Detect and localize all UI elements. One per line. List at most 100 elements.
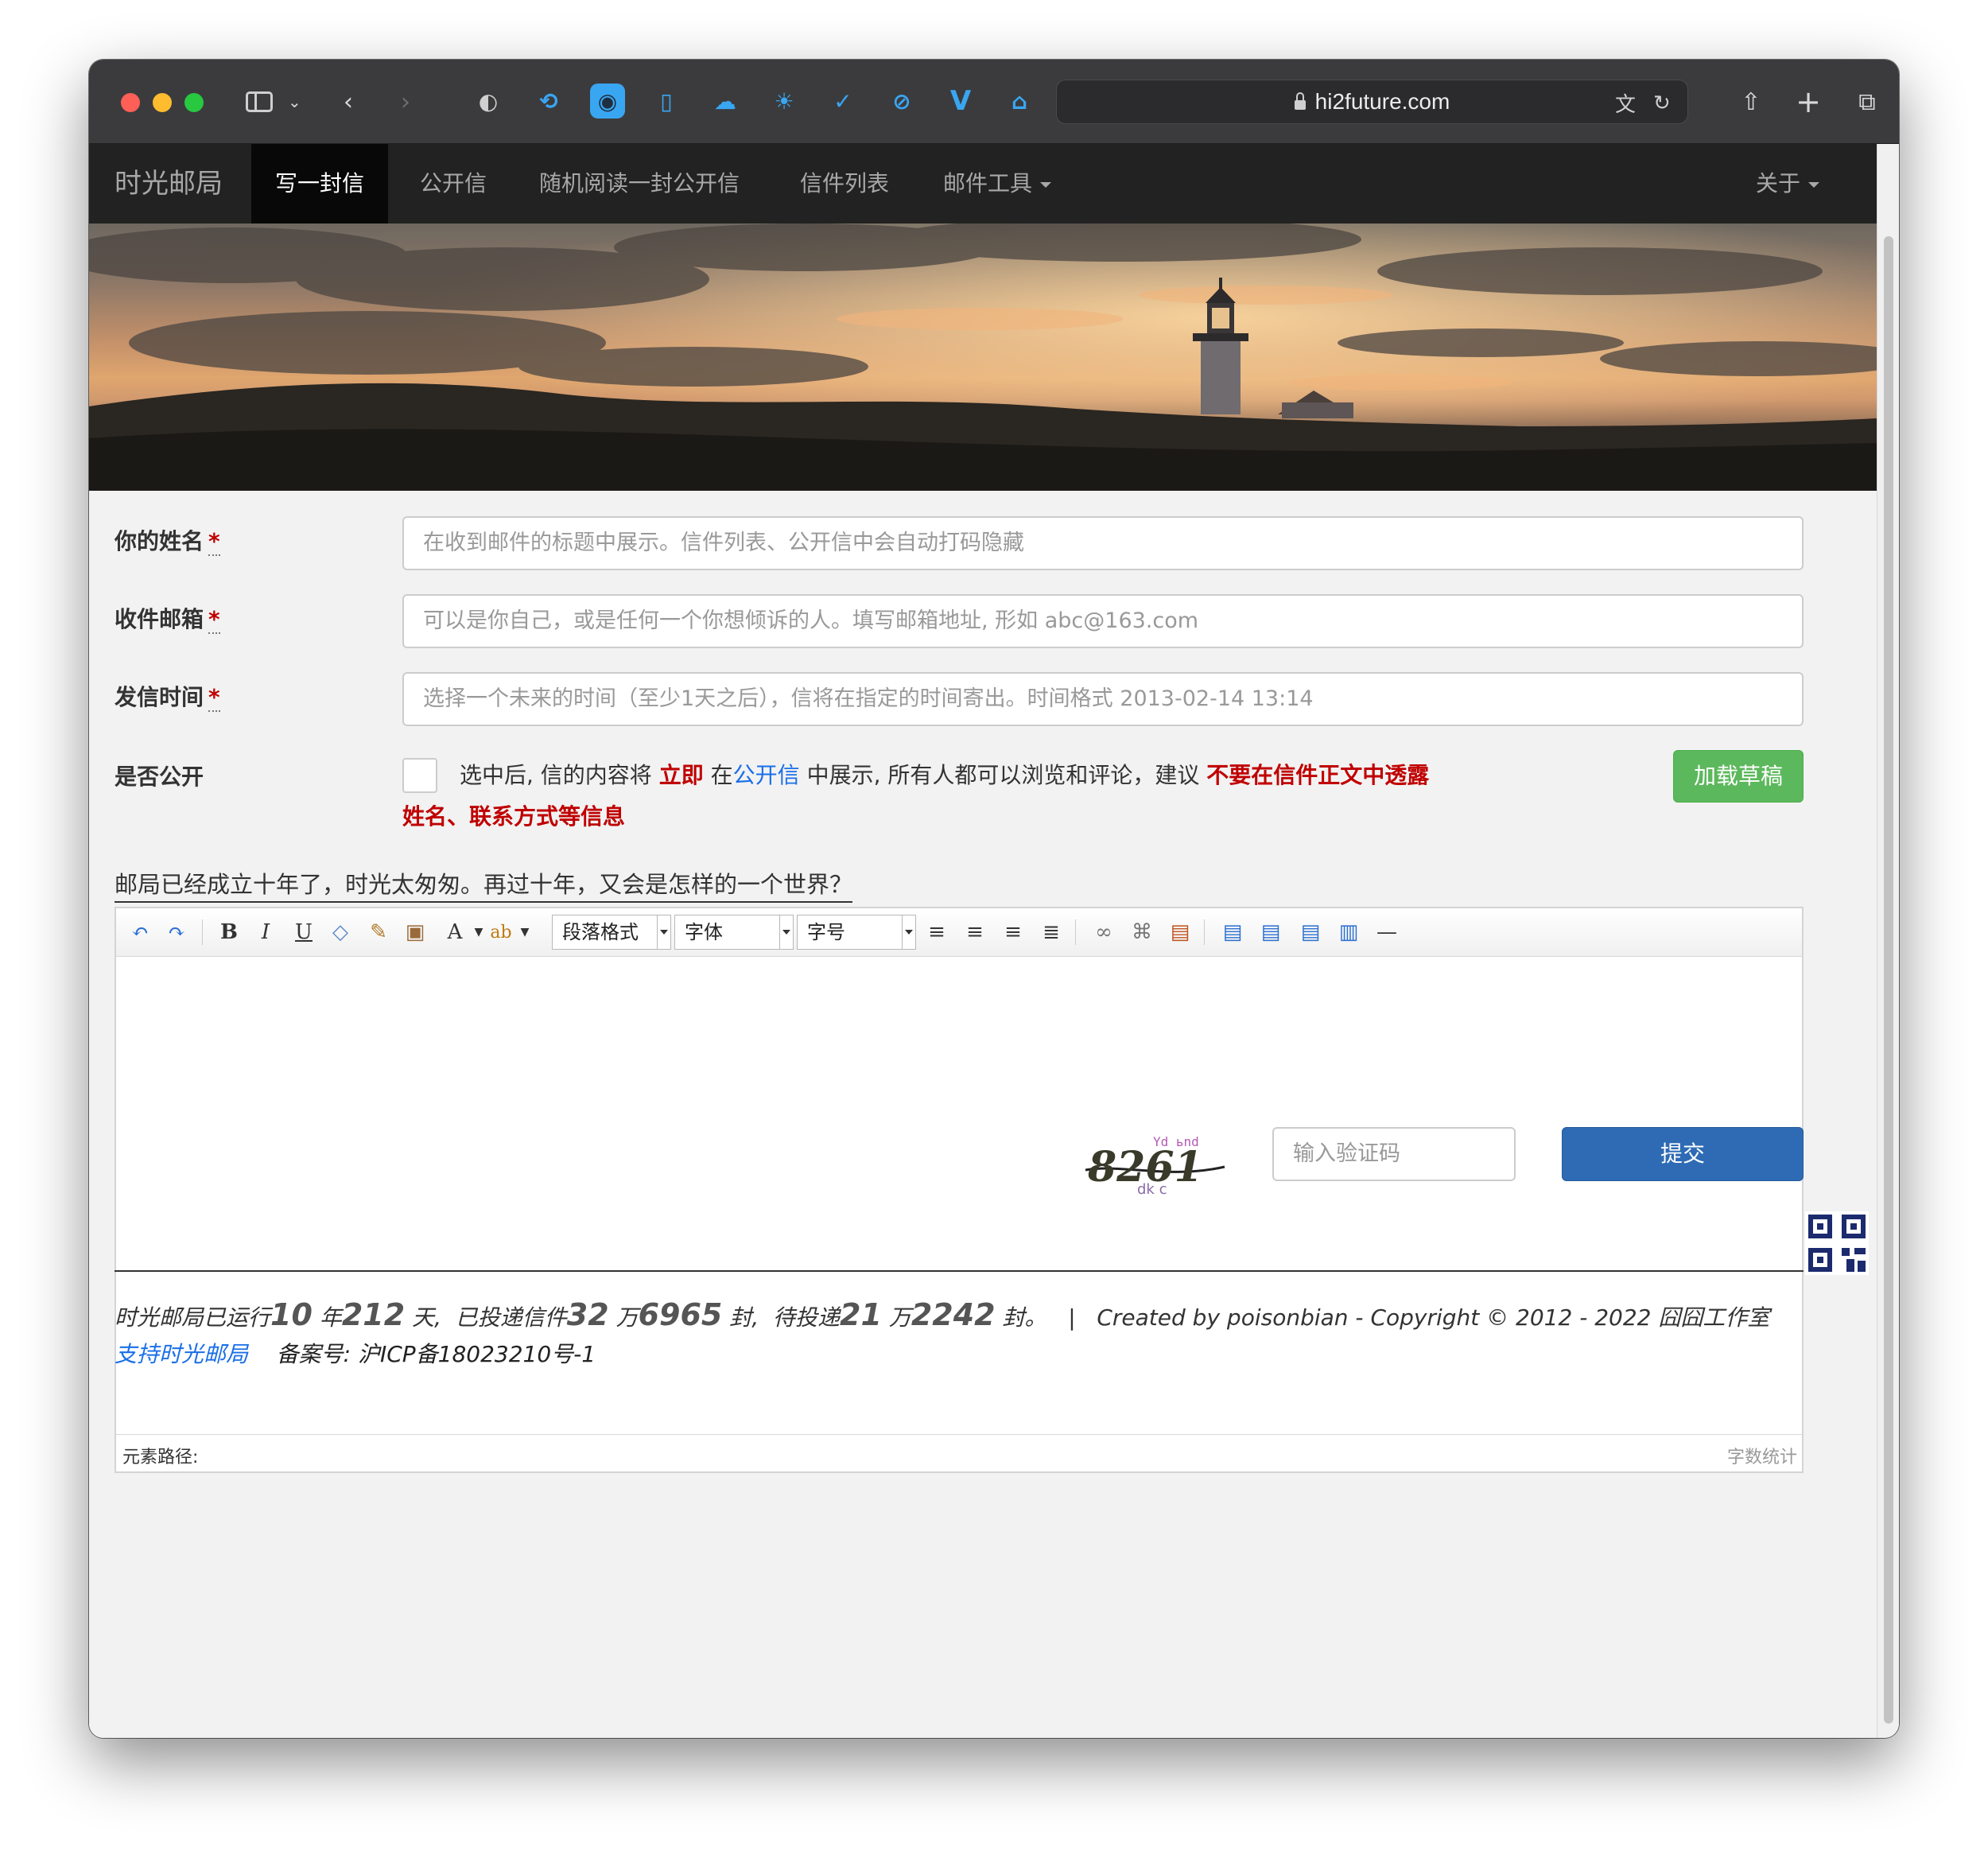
redo-icon[interactable]: ↷ — [161, 916, 192, 948]
chevron-down-icon[interactable]: ▼ — [509, 916, 541, 948]
archive-extension-icon[interactable]: ⌂ — [1002, 84, 1037, 119]
bold-icon[interactable]: B — [213, 916, 245, 948]
public-checkbox[interactable] — [402, 758, 437, 793]
footer-delivered-wan: 32 — [566, 1297, 609, 1332]
scrollbar-thumb[interactable] — [1884, 236, 1893, 1724]
footer-stats: 时光邮局已运行10 年212 天, 已投递信件32 万6965 封, 待投递21… — [115, 1297, 1769, 1332]
sun-extension-icon[interactable]: ☀ — [767, 84, 802, 119]
letter-editor: ↶ ↷ B I U ◇ ✎ ▣ A ▼ ab ▼ 段落格式 字体 字号 ≡ ≡ … — [115, 907, 1804, 1473]
url-text: hi2future.com — [1314, 89, 1450, 114]
caret-down-icon — [1808, 181, 1820, 188]
unlink-icon[interactable]: ⌘ — [1126, 916, 1158, 948]
underline-icon[interactable]: U — [288, 916, 320, 948]
element-path-label: 元素路径: — [122, 1448, 199, 1467]
footer-line-2: 支持时光邮局 备案号: 沪ICP备18023210号-1 — [115, 1337, 596, 1369]
translate-page-icon[interactable]: 文 — [1615, 80, 1636, 125]
share-icon[interactable]: ⇧ — [1735, 84, 1767, 120]
footer-separator: | — [1068, 1304, 1076, 1331]
open-letters-link[interactable]: 公开信 — [733, 762, 800, 788]
paragraph-format-select[interactable]: 段落格式 — [552, 915, 671, 950]
image-icon[interactable]: ▤ — [1164, 916, 1196, 948]
captcha-image[interactable]: Yd ьnd 8261 dk с — [1081, 1132, 1231, 1197]
nav-write-letter[interactable]: 写一封信 — [251, 144, 389, 224]
required-mark: * — [208, 528, 220, 556]
submit-button[interactable]: 提交 — [1562, 1127, 1804, 1181]
icp-record: 备案号: 沪ICP备18023210号-1 — [276, 1341, 596, 1367]
close-window-button[interactable] — [121, 93, 140, 112]
font-family-select[interactable]: 字体 — [674, 915, 794, 950]
name-label: 你的姓名 * — [115, 524, 220, 556]
browser-window: ⌄ ‹ › ◐ ⟲ ◉ ▯ ☁ ☀ ✓ ⊘ V ⌂ hi2future.com … — [89, 60, 1899, 1738]
align-justify-icon[interactable]: ≣ — [1035, 916, 1067, 948]
float-none-icon[interactable]: ▤ — [1295, 916, 1326, 948]
document-extension-icon[interactable]: ▯ — [649, 84, 684, 119]
site-brand[interactable]: 时光邮局 — [115, 144, 223, 224]
nav-open-letters[interactable]: 公开信 — [396, 144, 511, 224]
public-text-immediate: 立即 — [658, 762, 704, 788]
address-bar[interactable]: hi2future.com 文 ↻ — [1056, 80, 1688, 124]
undo-icon[interactable]: ↶ — [124, 916, 156, 948]
qr-code-icon[interactable] — [1805, 1211, 1869, 1275]
paste-plain-icon[interactable]: ▣ — [399, 916, 431, 948]
minimize-window-button[interactable] — [153, 93, 172, 112]
footer-delivered-rest: 6965 — [638, 1297, 723, 1332]
new-tab-icon[interactable]: + — [1792, 84, 1824, 120]
v-extension-icon[interactable]: V — [943, 84, 978, 119]
tab-overview-icon[interactable]: ⧉ — [1851, 84, 1883, 120]
sidebar-toggle-icon[interactable] — [244, 84, 274, 120]
send-time-input[interactable]: 选择一个未来的时间（至少1天之后），信将在指定的时间寄出。时间格式 2013-0… — [402, 672, 1804, 726]
public-warning-2: 姓名、联系方式等信息 — [402, 803, 626, 830]
float-left-icon[interactable]: ▤ — [1217, 916, 1248, 948]
editor-statusbar: 元素路径: 字数统计 — [116, 1434, 1802, 1471]
email-input[interactable]: 可以是你自己，或是任何一个你想倾诉的人。填写邮箱地址, 形如 abc@163.c… — [402, 594, 1804, 648]
public-description: 选中后, 信的内容将 立即 在公开信 中展示, 所有人都可以浏览和评论，建议 不… — [460, 758, 1429, 790]
footer-delivered-prefix: 已投递信件 — [455, 1304, 567, 1331]
required-mark: * — [208, 606, 220, 634]
compass-extension-icon[interactable]: ⊘ — [884, 84, 919, 119]
reload-icon[interactable]: ↻ — [1653, 80, 1671, 125]
nav-letter-list[interactable]: 信件列表 — [776, 144, 913, 224]
footer-pending-rest: 2242 — [911, 1297, 996, 1332]
name-input[interactable]: 在收到邮件的标题中展示。信件列表、公开信中会自动打码隐藏 — [402, 516, 1804, 570]
load-draft-button[interactable]: 加载草稿 — [1673, 750, 1804, 803]
align-center-icon[interactable]: ≡ — [959, 916, 991, 948]
align-right-icon[interactable]: ≡ — [997, 916, 1029, 948]
forward-arrow-icon[interactable]: › — [401, 84, 410, 120]
footer-pending-prefix: 待投递 — [773, 1304, 841, 1331]
email-label: 收件邮箱 * — [115, 602, 220, 634]
footer-wan-unit: 万 — [615, 1304, 639, 1331]
center-block-icon[interactable]: ▥ — [1333, 916, 1365, 948]
public-warning-1: 不要在信件正文中透露 — [1206, 762, 1430, 788]
nav-about[interactable]: 关于 — [1732, 144, 1843, 224]
ghost-extension-icon[interactable]: ◉ — [590, 84, 625, 119]
shield-check-extension-icon[interactable]: ✓ — [825, 84, 860, 119]
font-size-select[interactable]: 字号 — [797, 915, 916, 950]
nav-random-open-letter[interactable]: 随机阅读一封公开信 — [515, 144, 763, 224]
shield-icon[interactable]: ◐ — [471, 84, 506, 119]
font-family-label: 字体 — [685, 921, 723, 943]
chevron-down-icon[interactable]: ⌄ — [288, 84, 301, 120]
footer-day-unit: 天, — [412, 1304, 441, 1331]
support-link[interactable]: 支持时光邮局 — [115, 1341, 248, 1367]
horizontal-rule-icon[interactable]: — — [1371, 916, 1403, 948]
cloud-add-extension-icon[interactable]: ☁ — [708, 84, 743, 119]
select-arrow-icon — [779, 915, 793, 949]
captcha-input[interactable]: 输入验证码 — [1272, 1127, 1516, 1181]
eraser-icon[interactable]: ◇ — [324, 916, 356, 948]
paragraph-format-label: 段落格式 — [562, 921, 639, 943]
lighthouse-banner-image — [89, 224, 1877, 491]
svg-text:dk с: dk с — [1137, 1181, 1167, 1197]
zoom-window-button[interactable] — [184, 93, 204, 112]
align-left-icon[interactable]: ≡ — [921, 916, 953, 948]
page-scrollbar[interactable] — [1877, 144, 1899, 1738]
letter-form: 你的姓名 * 在收到邮件的标题中展示。信件列表、公开信中会自动打码隐藏 收件邮箱 *… — [89, 491, 1877, 1738]
nav-mail-tools[interactable]: 邮件工具 — [919, 144, 1075, 224]
link-icon[interactable]: ∞ — [1088, 916, 1120, 948]
italic-icon[interactable]: I — [250, 916, 282, 948]
slogan-link[interactable]: 邮局已经成立十年了，时光太匆匆。再过十年，又会是怎样的一个世界？ — [115, 866, 853, 903]
translate-extension-icon[interactable]: ⟲ — [531, 84, 566, 119]
back-arrow-icon[interactable]: ‹ — [344, 84, 353, 120]
format-brush-icon[interactable]: ✎ — [363, 916, 394, 948]
email-label-text: 收件邮箱 — [115, 606, 204, 632]
float-right-icon[interactable]: ▤ — [1255, 916, 1287, 948]
